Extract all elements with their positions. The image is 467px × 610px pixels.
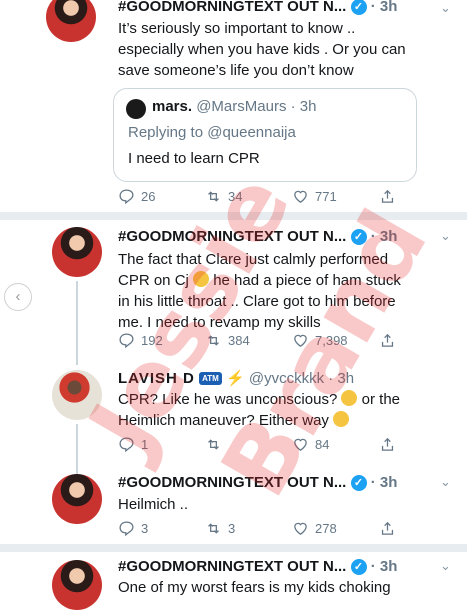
tweet-time: · 3h <box>370 0 398 15</box>
reply-button[interactable]: 26 <box>118 188 205 205</box>
tweet-text: It’s seriously so important to know .. e… <box>118 20 406 79</box>
like-button[interactable]: 7,398 <box>292 332 379 349</box>
reply-button[interactable]: 3 <box>118 520 205 537</box>
avatar[interactable] <box>52 474 102 524</box>
verified-icon: ✓ <box>350 559 367 575</box>
verified-icon: ✓ <box>350 0 367 15</box>
avatar <box>126 99 146 119</box>
tweet-text: One of my worst fears is my kids choking <box>118 579 391 596</box>
tweet-divider <box>0 544 467 552</box>
tweet-actions: 1 84 <box>118 436 466 453</box>
crying-face-emoji-icon <box>193 271 210 287</box>
tweet-author-name[interactable]: #GOODMORNINGTEXT OUT N... ✓ · 3h <box>118 228 397 245</box>
tweet-author-name[interactable]: #GOODMORNINGTEXT OUT N... ✓ · 3h <box>118 0 397 15</box>
tweet-time: · 3h <box>370 558 398 575</box>
tweet-author-name[interactable]: #GOODMORNINGTEXT OUT N... ✓ · 3h <box>118 558 397 575</box>
verified-icon: ✓ <box>350 475 367 491</box>
chevron-down-icon[interactable]: ⌄ <box>440 474 451 490</box>
share-icon <box>381 521 394 535</box>
pleading-face-emoji-icon <box>341 390 358 406</box>
replying-to: Replying to @queennaija <box>128 124 296 141</box>
share-icon <box>381 333 394 347</box>
retweet-icon <box>208 523 219 534</box>
share-button[interactable] <box>379 332 466 349</box>
avatar[interactable] <box>52 560 102 610</box>
quoted-author-name: mars. <box>152 98 193 115</box>
tweet-handle-time: @yvcckkkk · 3h <box>248 370 355 387</box>
retweet-icon <box>208 439 219 450</box>
verified-icon: ✓ <box>350 229 367 245</box>
tweet-text: Heilmich .. <box>118 496 189 513</box>
tweet-actions: 3 3 278 <box>118 520 466 537</box>
retweet-button[interactable]: 384 <box>205 332 292 349</box>
thread-line <box>76 424 78 474</box>
tweet-text: The fact that Clare just calmly performe… <box>118 251 401 331</box>
share-icon <box>381 189 394 203</box>
tweet-divider <box>0 212 467 220</box>
heart-icon <box>294 334 307 347</box>
retweet-button[interactable] <box>205 436 292 453</box>
quoted-text: I need to learn CPR <box>128 150 260 167</box>
tweet-time: · 3h <box>370 228 398 245</box>
heart-icon <box>294 438 307 451</box>
like-button[interactable]: 771 <box>292 188 379 205</box>
tweet-text: CPR? Like he was unconscious? or the Hei… <box>118 390 400 429</box>
chevron-down-icon[interactable]: ⌄ <box>440 228 451 244</box>
worried-face-emoji-icon <box>333 411 350 427</box>
quoted-handle-time: @MarsMaurs · 3h <box>196 98 317 115</box>
chevron-down-icon[interactable]: ⌄ <box>440 0 451 16</box>
retweet-button[interactable]: 3 <box>205 520 292 537</box>
retweet-icon <box>208 335 219 346</box>
reply-icon <box>119 521 134 537</box>
thread-line <box>76 281 78 365</box>
reply-icon <box>119 437 134 453</box>
reply-button[interactable]: 1 <box>118 436 205 453</box>
like-button[interactable]: 278 <box>292 520 379 537</box>
tweet-actions: 192 384 7,398 <box>118 332 466 349</box>
heart-icon <box>294 522 307 535</box>
previous-arrow-icon[interactable]: ‹ <box>4 283 32 311</box>
lightning-icon: ⚡ <box>225 370 245 387</box>
avatar[interactable] <box>52 227 102 277</box>
heart-icon <box>294 190 307 203</box>
reply-button[interactable]: 192 <box>118 332 205 349</box>
share-icon <box>381 437 394 451</box>
chevron-down-icon[interactable]: ⌄ <box>440 558 451 574</box>
quoted-tweet[interactable]: mars. @MarsMaurs · 3h Replying to @queen… <box>113 88 417 182</box>
tweet-actions: 26 34 771 <box>118 188 466 205</box>
atm-icon: ATM <box>199 372 222 385</box>
share-button[interactable] <box>379 188 466 205</box>
tweet-author-name[interactable]: #GOODMORNINGTEXT OUT N... ✓ · 3h <box>118 474 397 491</box>
reply-icon <box>119 189 134 205</box>
avatar[interactable] <box>52 370 102 420</box>
share-button[interactable] <box>379 520 466 537</box>
reply-icon <box>119 333 134 349</box>
tweet-time: · 3h <box>370 474 398 491</box>
like-button[interactable]: 84 <box>292 436 379 453</box>
retweet-icon <box>208 191 219 202</box>
avatar[interactable] <box>46 0 96 42</box>
retweet-button[interactable]: 34 <box>205 188 292 205</box>
tweet-author-name[interactable]: LAVISH D ATM ⚡ @yvcckkkk · 3h <box>118 369 354 387</box>
share-button[interactable] <box>379 436 466 453</box>
